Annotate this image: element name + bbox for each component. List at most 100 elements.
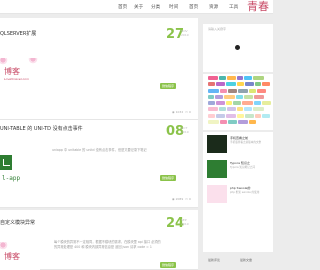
post-title[interactable]: QLSERVER扩展	[0, 30, 36, 37]
tag-chip[interactable]	[245, 113, 254, 118]
tag-chip[interactable]	[208, 88, 219, 93]
recommend-item[interactable]: php Swoole的 php 框架 swoole 的使用	[207, 185, 273, 205]
tag-chip[interactable]	[208, 107, 218, 112]
tag-chip[interactable]	[255, 82, 261, 87]
tag-chip[interactable]	[226, 101, 232, 106]
github-icon[interactable]	[235, 45, 240, 50]
thumb-app-text: l-app	[2, 175, 21, 182]
sidebar-recommend: 手机查看之前 手机版查看之前版本的文章 Typora 知识之 Typora 知识…	[203, 132, 273, 252]
tag-chip[interactable]	[220, 120, 227, 125]
tag-chip[interactable]	[233, 101, 241, 106]
post-thumbnail[interactable]: l-app	[0, 155, 40, 189]
tag-chip[interactable]	[215, 94, 223, 99]
recommend-item[interactable]: 手机查看之前 手机版查看之前版本的文章	[207, 135, 273, 155]
comments-count: 0	[188, 197, 191, 201]
tag-chip[interactable]	[208, 113, 215, 118]
post-thumbnail[interactable]: 博客 Loveforever.com	[0, 58, 40, 88]
search-input[interactable]: 请输入关键字	[208, 27, 226, 31]
recommend-thumbnail	[207, 135, 227, 153]
tag-chip[interactable]	[228, 88, 237, 93]
tag-chip[interactable]	[253, 107, 264, 112]
tag-chip[interactable]	[219, 107, 226, 112]
tag-cloud	[208, 76, 272, 126]
recommend-desc: php 框架 swoole 的使用	[230, 191, 260, 194]
tag-chip[interactable]	[262, 113, 270, 118]
tab-latest-posts[interactable]: 最新文章	[240, 258, 252, 262]
tag-chip[interactable]	[216, 101, 225, 106]
nav-time[interactable]: 时间	[169, 4, 178, 10]
tag-chip[interactable]	[226, 82, 236, 87]
sidebar-profile: 请输入关键字	[203, 24, 273, 72]
tag-chip[interactable]	[262, 82, 270, 87]
tag-chip[interactable]	[254, 101, 261, 106]
nav-home-2[interactable]: 首页	[189, 4, 198, 10]
tag-chip[interactable]	[208, 94, 214, 99]
tag-chip[interactable]	[257, 88, 266, 93]
nav-tools[interactable]: 工具	[229, 4, 238, 10]
eye-icon: ◉	[172, 110, 175, 114]
tag-chip[interactable]	[244, 76, 252, 80]
post-meta: ◉ 2089 ▭ 0	[172, 197, 191, 201]
tag-chip[interactable]	[227, 107, 236, 112]
nav-resources[interactable]: 资源	[209, 4, 218, 10]
tag-chip[interactable]	[242, 101, 253, 106]
recommend-title[interactable]: 手机查看之前	[230, 136, 248, 140]
post-month: OCT 2019	[181, 126, 189, 134]
tag-chip[interactable]	[224, 94, 235, 99]
tag-chip[interactable]	[228, 120, 237, 125]
top-nav: 首页 关于 分类 时间 首页 资源 工具 青春	[0, 0, 273, 14]
thumb-brand-text: 博客	[4, 251, 20, 261]
tag-chip[interactable]	[249, 120, 256, 125]
tag-chip[interactable]	[208, 76, 218, 80]
category-tag[interactable]: 微信程序	[160, 83, 177, 89]
tag-chip[interactable]	[238, 120, 248, 125]
post-thumbnail[interactable]: 博客	[0, 242, 40, 270]
thumb-url-text: Loveforever.com	[4, 76, 30, 81]
nav-category[interactable]: 分类	[151, 4, 160, 10]
post-meta: ◉ 1032 ▭ 0	[172, 110, 191, 114]
tag-chip[interactable]	[226, 113, 236, 118]
post-title[interactable]: UNI-TABLE 的 UNI-TD 没有点击事件	[0, 125, 83, 132]
thumb-brand-text: 博客	[4, 66, 20, 76]
tag-chip[interactable]	[208, 82, 215, 87]
tag-chip[interactable]	[216, 113, 225, 118]
tag-chip[interactable]	[254, 94, 264, 99]
tag-chip[interactable]	[262, 101, 271, 106]
tag-chip[interactable]	[237, 107, 243, 112]
recommend-title[interactable]: php Swoole的	[230, 186, 250, 190]
category-tag[interactable]: 微信程序	[160, 262, 177, 268]
tag-chip[interactable]	[244, 94, 253, 99]
tag-chip[interactable]	[216, 82, 225, 87]
tag-chip[interactable]	[208, 120, 219, 125]
post-card: QLSERVER扩展 27 NOV 2019 博客 Loveforever.com…	[0, 18, 198, 120]
tag-chip[interactable]	[245, 82, 254, 87]
tab-latest-comments[interactable]: 最新评论	[208, 258, 220, 262]
tag-chip[interactable]	[208, 101, 215, 106]
comments-count: 0	[188, 110, 191, 114]
post-excerpt: 每个模块的异常不一定相同，根据不模块的需求，在模块里 api 接口 必须的 的异…	[54, 240, 161, 249]
tag-chip[interactable]	[236, 94, 243, 99]
nav-about[interactable]: 关于	[134, 4, 143, 10]
tag-chip[interactable]	[255, 113, 261, 118]
tag-chip[interactable]	[219, 76, 226, 80]
post-title[interactable]: 自定义模块异常	[0, 219, 35, 226]
tag-chip[interactable]	[237, 82, 244, 87]
recommend-item[interactable]: Typora 知识之 Typora 知识笔记之间	[207, 160, 273, 180]
tag-chip[interactable]	[249, 88, 256, 93]
tag-chip[interactable]	[227, 76, 236, 80]
tag-chip[interactable]	[253, 76, 264, 80]
eye-icon: ◉	[172, 197, 175, 201]
category-tag[interactable]: 微信程序	[160, 175, 177, 181]
recommend-title[interactable]: Typora 知识之	[230, 161, 250, 165]
post-month: NOV 2019	[181, 29, 189, 37]
recommend-desc: 手机版查看之前版本的文章	[230, 141, 262, 144]
tag-chip[interactable]	[238, 88, 248, 93]
nav-home[interactable]: 首页	[118, 4, 127, 10]
tag-chip[interactable]	[220, 88, 227, 93]
tag-chip[interactable]	[237, 113, 244, 118]
tag-chip[interactable]	[244, 107, 252, 112]
brand-logo[interactable]: 青春	[245, 1, 271, 25]
sidebar-tags	[203, 74, 273, 130]
post-card: UNI-TABLE 的 UNI-TD 没有点击事件 08 OCT 2019 uni…	[0, 120, 198, 208]
tag-chip[interactable]	[237, 76, 243, 80]
